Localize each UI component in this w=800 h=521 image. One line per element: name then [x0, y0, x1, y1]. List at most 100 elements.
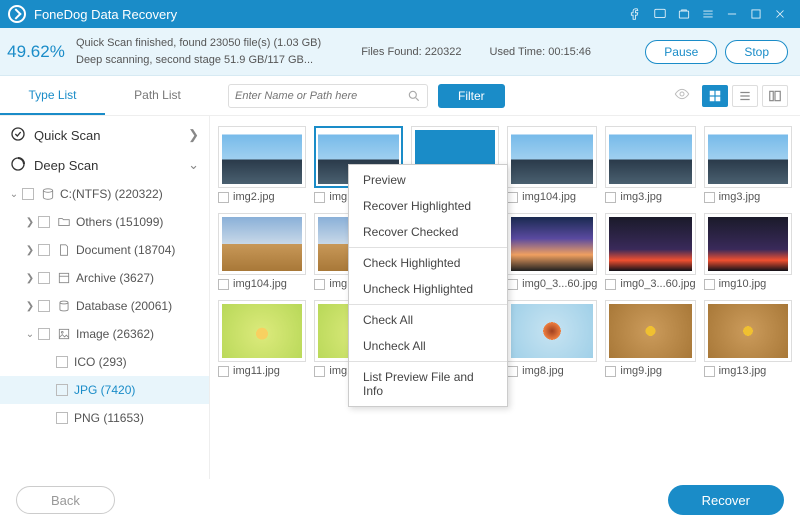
file-card[interactable]: img11.jpg — [218, 300, 306, 377]
checkbox[interactable] — [507, 279, 518, 290]
checkbox[interactable] — [314, 192, 325, 203]
back-button[interactable]: Back — [16, 486, 115, 514]
facebook-icon[interactable] — [624, 2, 648, 26]
menu-item[interactable]: Uncheck Highlighted — [349, 276, 507, 302]
file-thumbnail[interactable] — [704, 126, 792, 188]
image-placeholder — [609, 304, 691, 358]
checkbox[interactable] — [56, 384, 68, 396]
menu-item[interactable]: Check Highlighted — [349, 250, 507, 276]
checkbox[interactable] — [56, 356, 68, 368]
checkbox[interactable] — [218, 279, 229, 290]
tree-image[interactable]: ⌄ Image (26362) — [0, 320, 209, 348]
file-card[interactable]: img10.jpg — [704, 213, 792, 290]
checkbox[interactable] — [22, 188, 34, 200]
file-card[interactable]: img0_3...60.jpg — [605, 213, 695, 290]
checkbox[interactable] — [605, 279, 616, 290]
file-name: img — [329, 278, 347, 290]
file-thumbnail[interactable] — [218, 213, 306, 275]
file-thumbnail[interactable] — [605, 300, 695, 362]
menu-item[interactable]: Uncheck All — [349, 333, 507, 359]
checkbox[interactable] — [218, 192, 229, 203]
menu-item[interactable]: Recover Highlighted — [349, 193, 507, 219]
checkbox[interactable] — [704, 279, 715, 290]
purchase-icon[interactable] — [672, 2, 696, 26]
menu-separator — [349, 361, 507, 362]
tree-jpg[interactable]: JPG (7420) — [0, 376, 209, 404]
file-thumbnail[interactable] — [507, 126, 597, 188]
tab-path-list[interactable]: Path List — [105, 76, 210, 115]
sidebar-deep-scan[interactable]: Deep Scan ⌄ — [0, 150, 209, 180]
minimize-icon[interactable] — [720, 2, 744, 26]
file-name: img0_3...60.jpg — [522, 278, 597, 290]
tree-document[interactable]: ❯ Document (18704) — [0, 236, 209, 264]
tree-ico[interactable]: ICO (293) — [0, 348, 209, 376]
checkbox[interactable] — [507, 366, 518, 377]
menu-item[interactable]: Recover Checked — [349, 219, 507, 245]
checkbox[interactable] — [507, 192, 518, 203]
file-thumbnail[interactable] — [218, 300, 306, 362]
checkbox[interactable] — [314, 279, 325, 290]
menu-icon[interactable] — [696, 2, 720, 26]
search-icon — [407, 89, 421, 103]
file-thumbnail[interactable] — [605, 126, 695, 188]
feedback-icon[interactable] — [648, 2, 672, 26]
tab-type-list[interactable]: Type List — [0, 76, 105, 115]
sidebar-quick-scan[interactable]: Quick Scan ❯ — [0, 120, 209, 150]
file-thumbnail[interactable] — [704, 300, 792, 362]
checkbox[interactable] — [704, 192, 715, 203]
view-detail-button[interactable] — [762, 85, 788, 107]
file-card[interactable]: img9.jpg — [605, 300, 695, 377]
tree-png[interactable]: PNG (11653) — [0, 404, 209, 432]
tree-archive[interactable]: ❯ Archive (3627) — [0, 264, 209, 292]
checkbox[interactable] — [38, 272, 50, 284]
checkbox[interactable] — [56, 412, 68, 424]
search-input[interactable] — [235, 90, 407, 102]
file-thumbnail[interactable] — [605, 213, 695, 275]
file-card[interactable]: img13.jpg — [704, 300, 792, 377]
recover-button[interactable]: Recover — [668, 485, 784, 515]
file-name: img10.jpg — [719, 278, 767, 290]
tree-others[interactable]: ❯ Others (151099) — [0, 208, 209, 236]
file-card[interactable]: img104.jpg — [218, 213, 306, 290]
checkbox[interactable] — [704, 366, 715, 377]
context-menu: PreviewRecover HighlightedRecover Checke… — [348, 164, 508, 407]
file-card[interactable]: img104.jpg — [507, 126, 597, 203]
menu-item[interactable]: List Preview File and Info — [349, 364, 507, 404]
chevron-down-icon: ⌄ — [8, 189, 20, 200]
file-card[interactable]: img3.jpg — [704, 126, 792, 203]
menu-item[interactable]: Preview — [349, 167, 507, 193]
view-list-button[interactable] — [732, 85, 758, 107]
stop-button[interactable]: Stop — [725, 40, 788, 64]
scan-percent: 49.62% — [0, 42, 72, 62]
file-thumbnail[interactable] — [218, 126, 306, 188]
checkbox[interactable] — [218, 366, 229, 377]
checkbox[interactable] — [38, 216, 50, 228]
checkbox[interactable] — [605, 192, 616, 203]
search-box[interactable] — [228, 84, 428, 108]
filter-button[interactable]: Filter — [438, 84, 505, 108]
file-thumbnail[interactable] — [704, 213, 792, 275]
file-card[interactable]: img8.jpg — [507, 300, 597, 377]
checkbox[interactable] — [605, 366, 616, 377]
file-thumbnail[interactable] — [507, 213, 597, 275]
tree-drive[interactable]: ⌄ C:(NTFS) (220322) — [0, 180, 209, 208]
database-icon — [56, 299, 72, 313]
tree-database[interactable]: ❯ Database (20061) — [0, 292, 209, 320]
preview-toggle-icon[interactable] — [672, 86, 692, 105]
view-grid-button[interactable] — [702, 85, 728, 107]
results-grid: img2.jpgimg1img104.jpgimg3.jpgimg3.jpgim… — [210, 116, 800, 479]
checkbox[interactable] — [38, 300, 50, 312]
checkbox[interactable] — [314, 366, 325, 377]
sidebar: Quick Scan ❯ Deep Scan ⌄ ⌄ C:(NTFS) (220… — [0, 116, 210, 479]
checkbox[interactable] — [38, 328, 50, 340]
file-thumbnail[interactable] — [507, 300, 597, 362]
file-card[interactable]: img3.jpg — [605, 126, 695, 203]
app-title: FoneDog Data Recovery — [34, 7, 177, 22]
menu-item[interactable]: Check All — [349, 307, 507, 333]
pause-button[interactable]: Pause — [645, 40, 717, 64]
file-card[interactable]: img2.jpg — [218, 126, 306, 203]
file-card[interactable]: img0_3...60.jpg — [507, 213, 597, 290]
checkbox[interactable] — [38, 244, 50, 256]
close-icon[interactable] — [768, 2, 792, 26]
maximize-icon[interactable] — [744, 2, 768, 26]
